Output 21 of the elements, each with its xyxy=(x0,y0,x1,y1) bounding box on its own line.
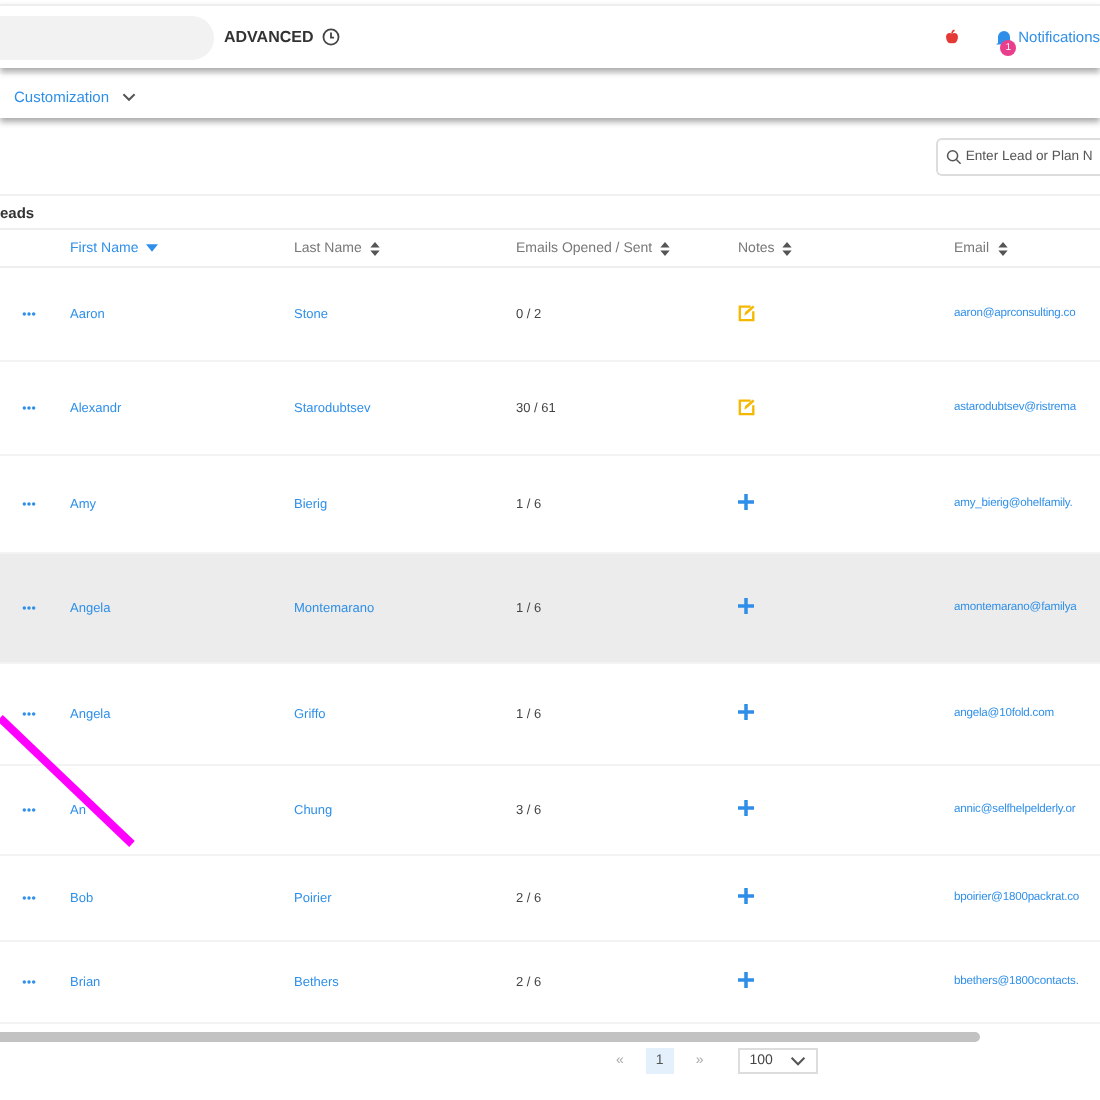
search-icon xyxy=(946,148,962,166)
sort-icon[interactable] xyxy=(660,241,671,255)
sort-icon[interactable] xyxy=(782,241,793,255)
add-note-icon[interactable] xyxy=(738,800,754,816)
sort-icon[interactable] xyxy=(997,241,1008,255)
clock-icon xyxy=(321,28,340,46)
add-note-icon[interactable] xyxy=(738,888,754,904)
sort-descending-icon[interactable] xyxy=(146,244,159,252)
add-note-icon[interactable] xyxy=(738,494,754,510)
apple-icon[interactable] xyxy=(944,28,961,46)
add-note-icon[interactable] xyxy=(738,704,754,720)
annotation-line xyxy=(0,712,140,852)
edit-note-icon[interactable] xyxy=(738,397,756,415)
add-note-icon[interactable] xyxy=(738,598,754,614)
edit-note-icon[interactable] xyxy=(738,303,756,321)
sort-icon[interactable] xyxy=(369,241,380,255)
chevron-down-icon xyxy=(790,1056,807,1066)
chevron-down-icon[interactable] xyxy=(121,91,136,101)
plan-label: ADVANCED xyxy=(224,28,314,46)
add-note-icon[interactable] xyxy=(738,972,754,988)
horizontal-scrollbar[interactable] xyxy=(0,1032,980,1042)
